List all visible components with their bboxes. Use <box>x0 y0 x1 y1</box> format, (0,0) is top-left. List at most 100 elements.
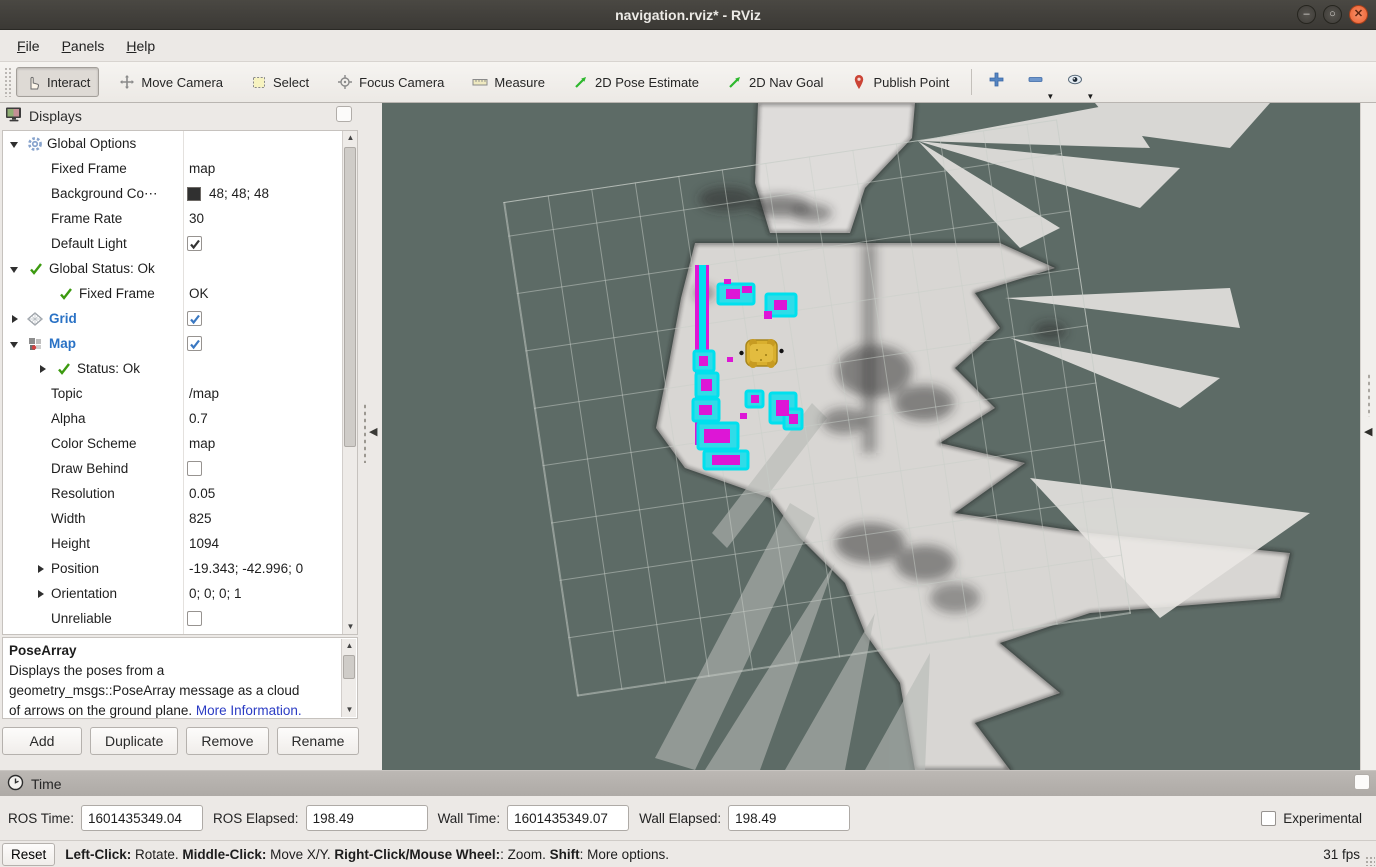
expander-right-icon[interactable] <box>9 306 19 331</box>
expander-right-icon[interactable] <box>37 356 47 381</box>
panel-float-button[interactable] <box>336 106 352 122</box>
displays-tree: Global Options Fixed Frame map Backgroun… <box>2 130 358 635</box>
checkbox-unchecked[interactable] <box>1261 811 1276 826</box>
tree-row-grid-display[interactable]: Grid <box>3 306 357 331</box>
expander-right-icon[interactable] <box>35 556 45 581</box>
wall-elapsed-input[interactable] <box>728 805 850 831</box>
help-scrollbar[interactable]: ▲ ▼ <box>341 639 356 717</box>
property-value[interactable]: map <box>189 431 215 456</box>
resize-grip[interactable] <box>1365 856 1375 866</box>
expander-down-icon[interactable] <box>9 256 19 281</box>
collapse-left-icon[interactable]: ◀ <box>369 425 377 438</box>
tree-scrollbar[interactable]: ▲ ▼ <box>342 131 357 634</box>
tree-row-frame-rate[interactable]: Frame Rate 30 <box>3 206 357 231</box>
property-value[interactable]: /map <box>189 381 219 406</box>
collapse-left-icon[interactable]: ◀ <box>1364 425 1372 438</box>
expander-down-icon[interactable] <box>9 331 19 356</box>
tool-publish-point[interactable]: Publish Point <box>843 68 957 96</box>
main-area: Displays Global Options Fixed Frame map … <box>0 103 1376 770</box>
tool-2d-pose-estimate[interactable]: 2D Pose Estimate <box>565 68 707 96</box>
scrollbar-thumb[interactable] <box>344 147 356 447</box>
chevron-down-icon[interactable]: ▼ <box>1086 92 1094 101</box>
property-value[interactable]: map <box>189 156 215 181</box>
menu-file[interactable]: File <box>6 33 51 59</box>
checkbox-unchecked[interactable] <box>187 606 202 631</box>
toolbar-drag-handle[interactable] <box>4 67 12 97</box>
status-bar: Reset Left-Click: Rotate. Middle-Click: … <box>0 840 1376 867</box>
remove-button[interactable]: Remove <box>186 727 268 755</box>
tree-row-global-options[interactable]: Global Options <box>3 131 357 156</box>
property-value[interactable]: 48; 48; 48 <box>209 181 269 206</box>
wall-time-input[interactable] <box>507 805 629 831</box>
monitor-icon <box>5 106 23 126</box>
splitter-handle[interactable] <box>363 403 367 463</box>
tree-row-draw-behind[interactable]: Draw Behind <box>3 456 357 481</box>
close-icon[interactable]: ✕ <box>1349 5 1368 24</box>
tree-row-map-status[interactable]: Status: Ok <box>3 356 357 381</box>
tool-move-camera[interactable]: Move Camera <box>111 68 231 96</box>
tree-row-default-light[interactable]: Default Light <box>3 231 357 256</box>
expander-right-icon[interactable] <box>35 581 45 606</box>
tree-row-resolution[interactable]: Resolution 0.05 <box>3 481 357 506</box>
tree-row-topic[interactable]: Topic /map <box>3 381 357 406</box>
minimize-icon[interactable]: – <box>1297 5 1316 24</box>
tool-2d-nav-goal[interactable]: 2D Nav Goal <box>719 68 831 96</box>
ros-elapsed-input[interactable] <box>306 805 428 831</box>
tree-row-color-scheme[interactable]: Color Scheme map <box>3 431 357 456</box>
tree-row-width[interactable]: Width 825 <box>3 506 357 531</box>
add-button[interactable]: Add <box>2 727 82 755</box>
color-swatch[interactable] <box>187 181 206 206</box>
checkbox-unchecked[interactable] <box>187 456 202 481</box>
tool-interact[interactable]: Interact <box>16 67 99 97</box>
scroll-up-icon[interactable]: ▲ <box>343 131 358 145</box>
reset-button[interactable]: Reset <box>2 843 55 866</box>
remove-tool-button[interactable]: ▼ <box>1021 67 1050 97</box>
tool-visibility-button[interactable]: ▼ <box>1060 67 1090 97</box>
scroll-down-icon[interactable]: ▼ <box>343 620 358 634</box>
tree-row-global-status[interactable]: Global Status: Ok <box>3 256 357 281</box>
tree-row-alpha[interactable]: Alpha 0.7 <box>3 406 357 431</box>
ros-time-input[interactable] <box>81 805 203 831</box>
add-tool-button[interactable] <box>982 67 1011 97</box>
property-value[interactable]: 30 <box>189 206 204 231</box>
check-ok-icon <box>59 281 73 306</box>
maximize-icon[interactable]: ○ <box>1323 5 1342 24</box>
property-value[interactable]: 0.7 <box>189 406 208 431</box>
checkbox-checked[interactable] <box>187 231 202 256</box>
duplicate-button[interactable]: Duplicate <box>90 727 178 755</box>
tree-row-unreliable[interactable]: Unreliable <box>3 606 357 631</box>
displays-panel-title: Displays <box>29 108 82 124</box>
scrollbar-thumb[interactable] <box>343 655 355 679</box>
displays-panel-header[interactable]: Displays <box>0 103 358 129</box>
tree-row-orientation[interactable]: Orientation 0; 0; 0; 1 <box>3 581 357 606</box>
checkbox-checked[interactable] <box>187 306 202 331</box>
more-information-link[interactable]: More Information. <box>196 703 302 718</box>
tree-row-background-color[interactable]: Background Co⋯ 48; 48; 48 <box>3 181 357 206</box>
fps-counter: 31 fps <box>1323 847 1360 862</box>
menu-panels[interactable]: Panels <box>51 33 116 59</box>
scroll-up-icon[interactable]: ▲ <box>342 639 357 653</box>
check-ok-icon <box>29 256 43 281</box>
time-panel-header[interactable]: Time <box>0 770 1376 796</box>
tool-focus-camera[interactable]: Focus Camera <box>329 68 452 96</box>
experimental-toggle[interactable]: Experimental <box>1261 811 1362 826</box>
tree-row-fixed-frame[interactable]: Fixed Frame map <box>3 156 357 181</box>
tree-row-fixed-frame-status[interactable]: Fixed Frame OK <box>3 281 357 306</box>
right-panel-splitter[interactable]: ◀ <box>1360 103 1376 770</box>
menu-help[interactable]: Help <box>115 33 166 59</box>
rename-button[interactable]: Rename <box>277 727 360 755</box>
render-viewport[interactable] <box>382 103 1360 770</box>
tree-row-height[interactable]: Height 1094 <box>3 531 357 556</box>
scroll-down-icon[interactable]: ▼ <box>342 703 357 717</box>
time-panel-title: Time <box>31 776 62 792</box>
chevron-down-icon[interactable]: ▼ <box>1046 92 1054 101</box>
tool-select[interactable]: Select <box>243 68 317 96</box>
panel-splitter[interactable]: ◀ <box>358 103 382 770</box>
checkbox-checked[interactable] <box>187 331 202 356</box>
expander-down-icon[interactable] <box>9 131 19 156</box>
tool-measure[interactable]: Measure <box>464 68 553 96</box>
splitter-handle[interactable] <box>1367 373 1371 417</box>
tree-row-map-display[interactable]: Map <box>3 331 357 356</box>
tree-row-position[interactable]: Position -19.343; -42.996; 0 <box>3 556 357 581</box>
panel-float-button[interactable] <box>1354 774 1370 790</box>
